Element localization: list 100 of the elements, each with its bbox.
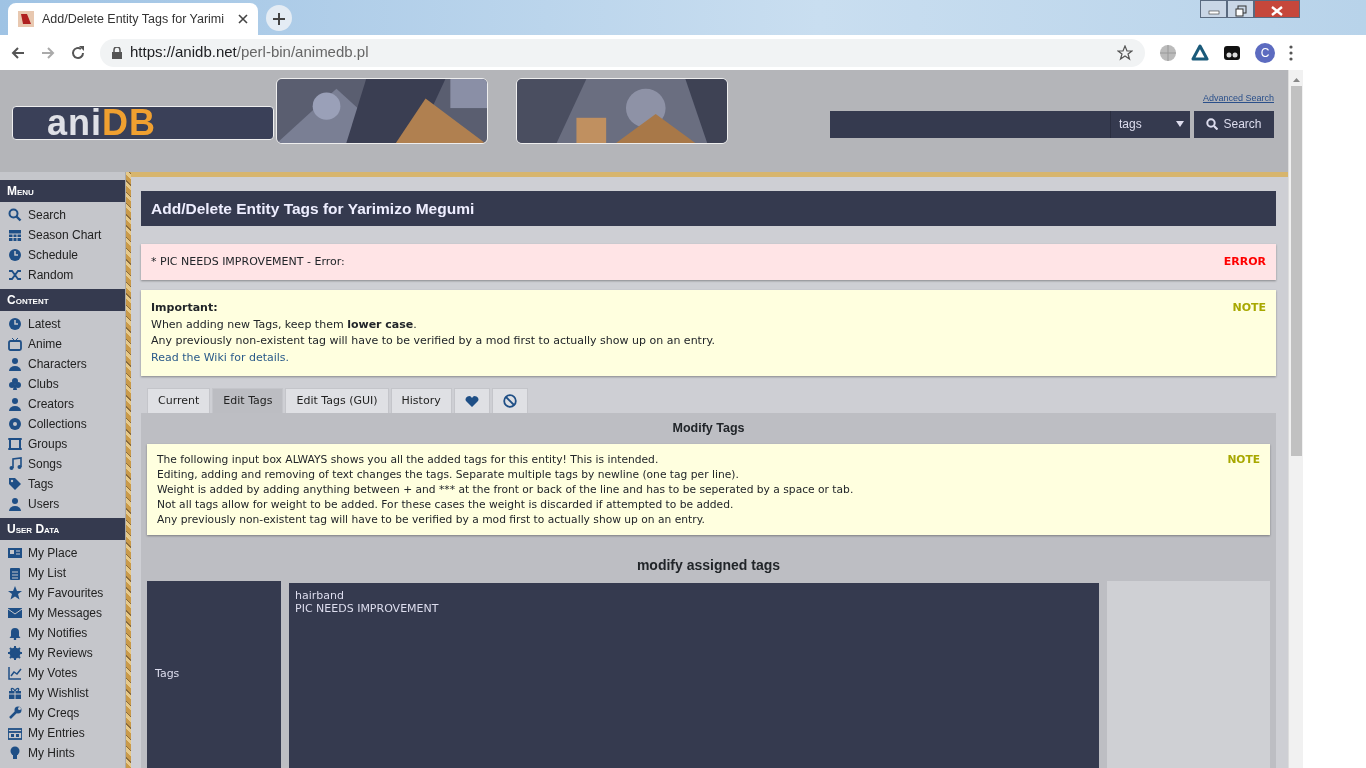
browser-tab[interactable]: Add/Delete Entity Tags for Yarimi xyxy=(8,3,258,35)
error-label: ERROR xyxy=(1223,253,1266,270)
sidebar-item[interactable]: My Creqs xyxy=(0,703,125,723)
sidebar-item[interactable]: My Place xyxy=(0,543,125,563)
profile-avatar[interactable]: C xyxy=(1255,42,1275,63)
close-window-button[interactable] xyxy=(1254,0,1300,18)
close-icon xyxy=(1270,5,1284,16)
note-text: Not all tags allow for weight to be added. For these cases the weight is discarded if attempted to be added. xyxy=(157,496,735,512)
url-text: https://anidb.net/perl-bin/animedb.pl xyxy=(130,42,370,63)
ban-tab[interactable] xyxy=(491,388,528,413)
person-icon xyxy=(8,397,22,411)
envelope-icon xyxy=(8,606,22,620)
clipboard-icon xyxy=(8,566,22,580)
calendar-icon xyxy=(8,726,22,740)
sidebar-item[interactable]: My Favourites xyxy=(0,583,125,603)
note-label: NOTE xyxy=(1232,300,1266,316)
sidebar-item[interactable]: Random xyxy=(0,265,125,285)
search-icon xyxy=(1206,118,1219,130)
sidebar-item[interactable]: Creators xyxy=(0,394,125,414)
page-title: Add/Delete Entity Tags for Yarimizo Megumi xyxy=(141,191,1276,226)
sidebar-item[interactable]: Latest xyxy=(0,314,125,334)
wiki-link[interactable]: Read the Wiki for details. xyxy=(151,350,290,364)
clock-icon xyxy=(8,248,22,262)
note-label: NOTE xyxy=(1227,451,1260,468)
tv-icon xyxy=(8,337,22,351)
sidebar-item[interactable]: My Messages xyxy=(0,603,125,623)
note-text: The following input box ALWAYS shows you all the added tags for this entity! This is intended. xyxy=(157,451,660,467)
sidebar-item[interactable]: Users xyxy=(0,494,125,514)
tab-title: Add/Delete Entity Tags for Yarimi xyxy=(42,10,226,28)
shuffle-icon xyxy=(8,268,22,282)
sidebar-item[interactable]: Songs xyxy=(0,454,125,474)
restore-button[interactable] xyxy=(1227,0,1254,18)
tab[interactable]: Current xyxy=(147,388,211,413)
tag-icon xyxy=(8,477,22,491)
sidebar-item[interactable]: My Votes xyxy=(0,663,125,683)
person-icon xyxy=(8,357,22,371)
sidebar-heading: Menu xyxy=(0,180,125,202)
note-heading: Important: xyxy=(151,300,219,316)
sidebar-item[interactable]: Characters xyxy=(0,354,125,374)
seal-icon xyxy=(8,646,22,660)
club-icon xyxy=(8,377,22,391)
sidebar-item[interactable]: My Wishlist xyxy=(0,683,125,703)
note-text: Weight is added by adding anything between + and *** at the front or back of the line and has to be seperated by a space or tab. xyxy=(157,481,854,497)
new-tab-button[interactable] xyxy=(266,5,292,31)
star-icon[interactable] xyxy=(1117,44,1133,61)
tags-field[interactable]: hairband PIC NEEDS IMPROVEMENT xyxy=(289,582,1099,768)
sidebar-item[interactable]: My List xyxy=(0,563,125,583)
clock-icon xyxy=(8,317,22,331)
sidebar-item[interactable]: Collections xyxy=(0,414,125,434)
sidebar-item[interactable]: Groups xyxy=(0,434,125,454)
field-label: Tags xyxy=(147,580,281,768)
star-icon xyxy=(8,586,22,600)
sidebar-item[interactable]: Anime xyxy=(0,334,125,354)
lightbulb-icon xyxy=(8,746,22,760)
sidebar-heading: Content xyxy=(0,289,125,311)
person-icon xyxy=(8,497,22,511)
sidebar-item[interactable]: Search xyxy=(0,205,125,225)
bell-icon xyxy=(8,626,22,640)
triangle-icon[interactable] xyxy=(1191,43,1209,62)
menu-icon[interactable] xyxy=(1289,44,1293,61)
calendar-icon xyxy=(8,228,22,242)
search-type-dropdown[interactable]: tags xyxy=(1110,110,1190,138)
sidebar-item[interactable]: Season Chart xyxy=(0,225,125,245)
disc-icon xyxy=(8,417,22,431)
ban-icon xyxy=(502,394,517,408)
tab[interactable]: Edit Tags (GUI) xyxy=(285,388,389,413)
search-icon xyxy=(8,208,22,222)
minimize-button[interactable] xyxy=(1200,0,1227,18)
note-text: Any previously non-existent tag will have to be verified by a mod first to actually show up on an entry. xyxy=(157,511,706,527)
line-chart-icon xyxy=(8,666,22,680)
site-logo[interactable]: aniDB xyxy=(12,106,274,140)
sidebar-item[interactable]: My Notifies xyxy=(0,623,125,643)
heart-icon xyxy=(464,395,479,407)
sidebar-item[interactable]: My Hints xyxy=(0,743,125,763)
note-text: Editing, adding and removing of text changes the tags. Separate multiple tags by newline (one tag per line). xyxy=(157,466,740,482)
sidebar-item[interactable]: Clubs xyxy=(0,374,125,394)
sidebar-item[interactable]: Tags xyxy=(0,474,125,494)
favicon-icon xyxy=(18,11,34,27)
sidebar-heading: User Data xyxy=(0,518,125,540)
back-icon[interactable] xyxy=(10,44,26,61)
sidebar-item[interactable]: My Reviews xyxy=(0,643,125,663)
lock-icon xyxy=(112,46,122,59)
search-button[interactable]: Search xyxy=(1194,110,1274,138)
scrollbar-thumb[interactable] xyxy=(1291,86,1302,456)
search-field[interactable] xyxy=(830,110,1110,138)
restore-icon xyxy=(1234,4,1247,17)
sidebar-item[interactable]: Schedule xyxy=(0,245,125,265)
extension-icon[interactable] xyxy=(1223,43,1241,62)
advanced-search-link[interactable]: Advanced Search xyxy=(1202,92,1274,106)
wrench-icon xyxy=(8,706,22,720)
section-title: modify assigned tags xyxy=(635,555,782,575)
id-card-icon xyxy=(8,546,22,560)
tab[interactable]: Edit Tags xyxy=(212,388,284,413)
close-icon[interactable] xyxy=(238,14,248,24)
address-bar[interactable]: https://anidb.net/perl-bin/animedb.pl xyxy=(100,38,1145,67)
panel-title: Modify Tags xyxy=(671,420,746,437)
favourite-tab[interactable] xyxy=(453,388,490,413)
tab[interactable]: History xyxy=(390,388,452,413)
sidebar-item[interactable]: My Entries xyxy=(0,723,125,743)
reload-icon[interactable] xyxy=(70,44,86,61)
